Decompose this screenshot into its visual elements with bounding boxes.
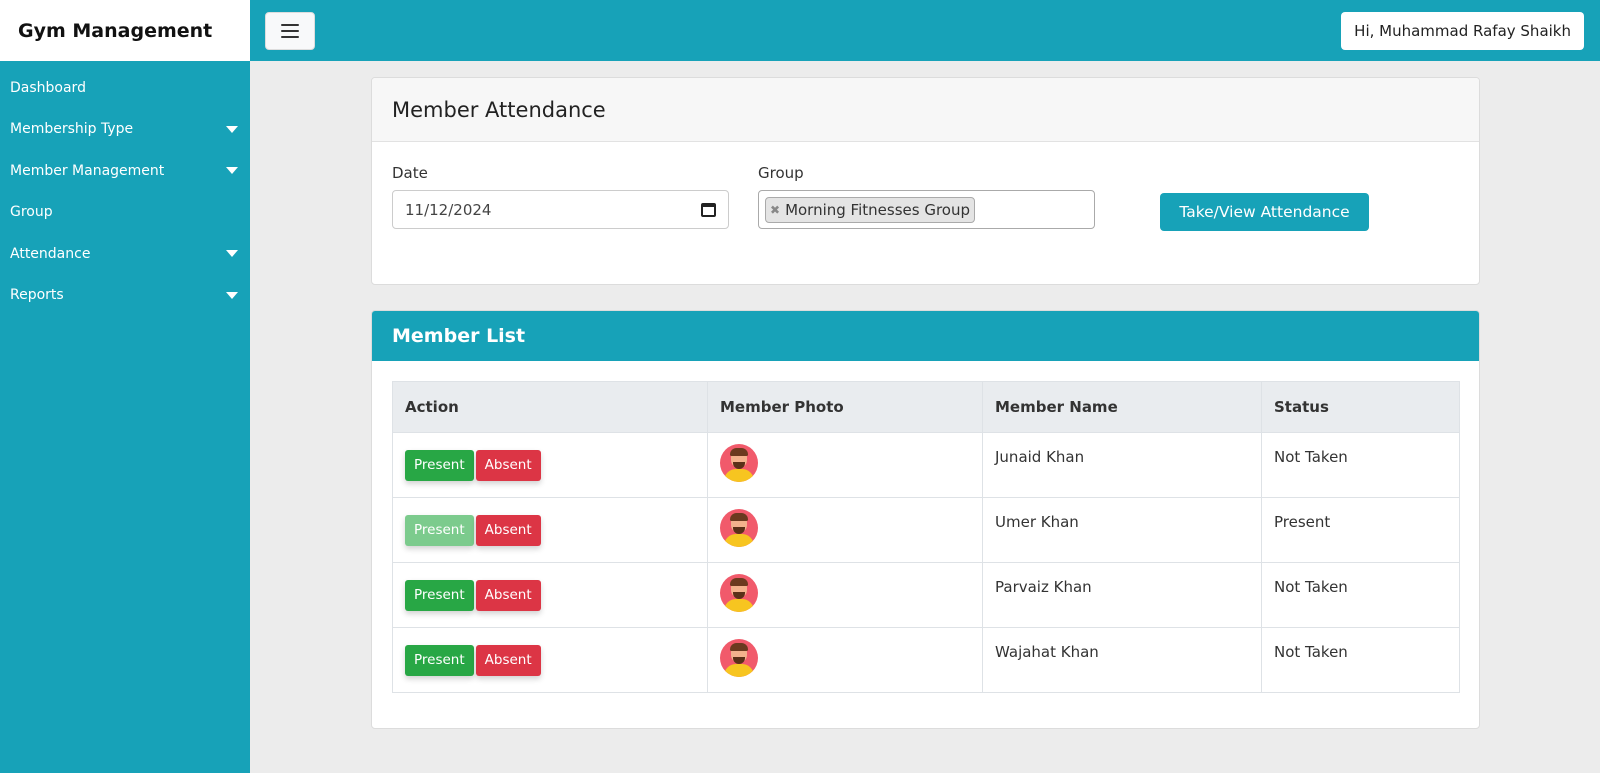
caret-down-icon [226,167,238,175]
card-title: Member List [372,311,1479,361]
hamburger-icon [281,36,299,38]
sidebar-toggle-button[interactable] [265,12,315,50]
avatar [720,574,758,612]
sidebar-item-member-management[interactable]: Member Management [0,150,250,192]
date-value: 11/12/2024 [405,200,492,219]
sidebar-item-label: Dashboard [10,79,86,96]
table-header-row: Action Member Photo Member Name Status [392,381,1460,433]
caret-down-icon [226,125,238,133]
hamburger-icon [281,30,299,32]
top-navbar: Gym Management Hi, Muhammad Rafay Shaikh [0,0,1600,61]
selected-group-chip: ✖ Morning Fitnesses Group [765,196,975,223]
sidebar: Dashboard Membership Type Member Managem… [0,61,250,773]
table-row: Present Absent Umer Khan Present [392,497,1460,563]
column-header-name: Member Name [982,381,1262,433]
member-attendance-card: Member Attendance Date 11/12/2024 Group … [371,77,1480,285]
status-value: Not Taken [1261,627,1460,693]
absent-button[interactable]: Absent [475,449,541,481]
absent-button[interactable]: Absent [475,579,541,611]
date-form-group: Date 11/12/2024 [392,164,729,229]
action-cell: Present Absent [392,562,708,628]
action-cell: Present Absent [392,627,708,693]
hamburger-icon [281,24,299,26]
group-select[interactable]: ✖ Morning Fitnesses Group [758,190,1095,229]
sidebar-item-label: Reports [10,287,64,304]
present-button[interactable]: Present [405,449,474,481]
member-list-card: Member List Action Member Photo Member N… [371,310,1480,729]
sidebar-item-group[interactable]: Group [0,192,250,234]
table-row: Present Absent Parvaiz Khan Not Taken [392,562,1460,628]
photo-cell [707,627,983,693]
photo-cell [707,432,983,498]
user-menu-button[interactable]: Hi, Muhammad Rafay Shaikh [1341,12,1584,50]
avatar [720,444,758,482]
member-name: Junaid Khan [982,432,1262,498]
present-button[interactable]: Present [405,644,474,676]
date-input[interactable]: 11/12/2024 [392,190,729,229]
table-row: Present Absent Wajahat Khan Not Taken [392,627,1460,693]
column-header-status: Status [1261,381,1460,433]
photo-cell [707,562,983,628]
take-view-attendance-button[interactable]: Take/View Attendance [1160,193,1369,231]
avatar [720,639,758,677]
caret-down-icon [226,291,238,299]
sidebar-item-reports[interactable]: Reports [0,275,250,317]
absent-button[interactable]: Absent [475,644,541,676]
member-name: Umer Khan [982,497,1262,563]
group-label: Group [758,164,804,182]
group-form-group: Group ✖ Morning Fitnesses Group [758,164,1095,229]
present-button[interactable]: Present [405,514,474,546]
member-name: Wajahat Khan [982,627,1262,693]
date-label: Date [392,164,428,182]
brand-title[interactable]: Gym Management [0,0,250,61]
column-header-photo: Member Photo [707,381,983,433]
remove-icon[interactable]: ✖ [770,203,780,217]
action-cell: Present Absent [392,497,708,563]
table-row: Present Absent Junaid Khan Not Taken [392,432,1460,498]
sidebar-item-label: Membership Type [10,121,134,138]
selected-group-label: Morning Fitnesses Group [785,200,970,219]
caret-down-icon [226,250,238,258]
status-value: Present [1261,497,1460,563]
avatar [720,509,758,547]
status-value: Not Taken [1261,562,1460,628]
sidebar-item-label: Attendance [10,245,91,262]
sidebar-item-label: Member Management [10,162,165,179]
sidebar-item-attendance[interactable]: Attendance [0,233,250,275]
calendar-icon[interactable] [701,202,716,217]
status-value: Not Taken [1261,432,1460,498]
photo-cell [707,497,983,563]
sidebar-item-membership-type[interactable]: Membership Type [0,109,250,151]
sidebar-item-label: Group [10,204,53,221]
member-table: Action Member Photo Member Name Status P… [392,381,1460,693]
absent-button[interactable]: Absent [475,514,541,546]
sidebar-item-dashboard[interactable]: Dashboard [0,67,250,109]
member-name: Parvaiz Khan [982,562,1262,628]
column-header-action: Action [392,381,708,433]
present-button[interactable]: Present [405,579,474,611]
action-cell: Present Absent [392,432,708,498]
card-title: Member Attendance [372,78,1479,142]
